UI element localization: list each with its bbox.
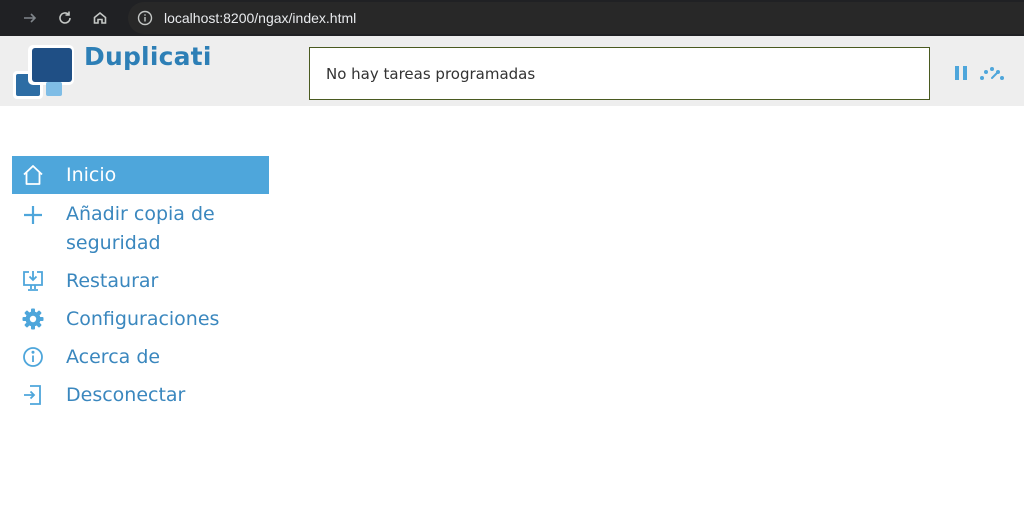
sidebar-item-label: Desconectar: [66, 384, 186, 406]
sidebar-item-about[interactable]: Acerca de: [12, 343, 269, 372]
sidebar-menu: Inicio Añadir copia de seguridad Restaur…: [12, 156, 269, 410]
throttle-icon[interactable]: [978, 64, 1006, 82]
sidebar-item-label: Acerca de: [66, 346, 161, 368]
info-icon: [20, 344, 46, 370]
pause-button[interactable]: [954, 64, 970, 82]
sidebar-item-home[interactable]: Inicio: [12, 156, 269, 194]
plus-icon: [20, 202, 46, 228]
duplicati-logo[interactable]: [12, 44, 76, 100]
address-bar[interactable]: localhost:8200/ngax/index.html: [128, 2, 1024, 34]
restore-icon: [20, 268, 46, 294]
app-header: Duplicati No hay tareas programadas: [0, 36, 1024, 106]
home-browser-icon[interactable]: [88, 6, 112, 30]
pause-icon: [955, 66, 959, 80]
browser-toolbar: localhost:8200/ngax/index.html: [0, 0, 1024, 36]
url-text: localhost:8200/ngax/index.html: [164, 10, 357, 26]
sidebar-item-label: Configuraciones: [66, 308, 220, 330]
sidebar-item-settings[interactable]: Configuraciones: [12, 305, 269, 334]
status-text: No hay tareas programadas: [326, 64, 536, 83]
status-box[interactable]: No hay tareas programadas: [309, 47, 930, 100]
logout-icon: [20, 382, 46, 408]
sidebar-item-restore[interactable]: Restaurar: [12, 267, 269, 296]
site-info-icon[interactable]: [136, 9, 154, 27]
reload-icon[interactable]: [53, 6, 77, 30]
home-icon: [20, 162, 46, 188]
sidebar-item-add-backup[interactable]: Añadir copia de seguridad: [12, 200, 269, 258]
sidebar-item-label: Inicio: [66, 164, 117, 186]
gear-icon: [20, 306, 46, 332]
forward-icon[interactable]: [18, 6, 42, 30]
sidebar-item-label: Restaurar: [66, 270, 159, 292]
brand-name: Duplicati: [84, 42, 212, 71]
sidebar-item-label: Añadir copia de seguridad: [66, 203, 215, 254]
sidebar-item-logout[interactable]: Desconectar: [12, 381, 269, 410]
